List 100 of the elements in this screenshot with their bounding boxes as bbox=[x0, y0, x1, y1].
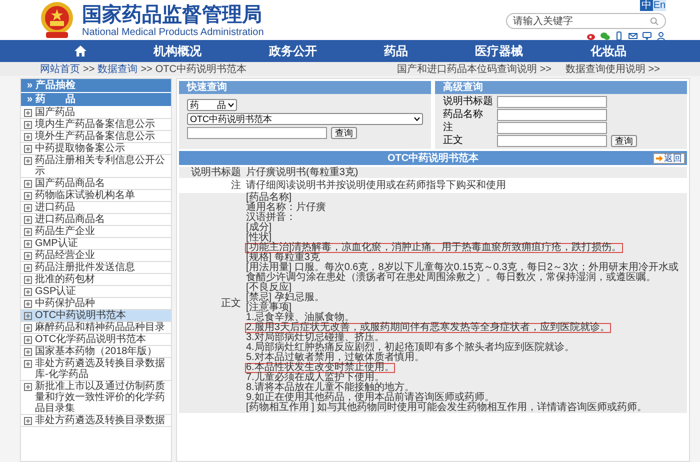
language-toggle[interactable]: 中 bbox=[640, 0, 653, 11]
category-select[interactable]: 药 品 bbox=[187, 99, 237, 111]
highlighted-text: 2.服用3天后症状无改善，或服药期间伴有恶寒发热等全身症状者，应到医院就诊。 bbox=[245, 323, 611, 333]
sidebar-item[interactable]: OTC中药说明书范本 bbox=[21, 310, 171, 322]
sidebar-item[interactable]: 中药保护品种 bbox=[21, 298, 171, 310]
mail-icon[interactable] bbox=[628, 31, 638, 41]
eye-logo-icon[interactable] bbox=[586, 31, 596, 41]
sidebar-item[interactable]: 国产药品 bbox=[21, 107, 171, 119]
database-select[interactable]: OTC中药说明书范本 bbox=[187, 113, 423, 125]
caret-icon bbox=[414, 117, 420, 121]
nav-link[interactable]: 药品 bbox=[384, 42, 408, 60]
plus-box-icon bbox=[24, 312, 32, 320]
nav-link[interactable]: 机构概况 bbox=[154, 42, 202, 60]
sidebar-item[interactable]: 非处方药遴选及转换目录数据库-化学药品 bbox=[21, 358, 171, 381]
sidebar-item[interactable]: 药品注册批件发送信息 bbox=[21, 262, 171, 274]
plus-box-icon bbox=[24, 324, 32, 332]
query-button[interactable]: 查询 bbox=[611, 135, 637, 147]
nav-link[interactable]: 医疗器械 bbox=[475, 42, 524, 60]
row-label: 说明书标题 bbox=[190, 167, 241, 178]
nav-link[interactable]: 化妆品 bbox=[590, 42, 626, 60]
nav-link[interactable]: 政务公开 bbox=[268, 42, 317, 60]
body-text: [性状] bbox=[245, 233, 272, 243]
sidebar-item[interactable]: 药物临床试验机构名单 bbox=[21, 190, 171, 202]
phone-icon[interactable] bbox=[614, 31, 624, 41]
sidebar-item[interactable]: 国产药品商品名 bbox=[21, 178, 171, 190]
sidebar-item[interactable]: 麻醉药品和精神药品品种目录 bbox=[21, 322, 171, 334]
body-text: 汉语拼音： bbox=[245, 213, 297, 223]
body-text: [成分] bbox=[245, 223, 273, 233]
sidebar-item[interactable]: 非处方药遴选及转换目录数据 bbox=[21, 415, 171, 427]
site-title: 国家药品监督管理局 bbox=[82, 2, 263, 26]
emblem-logo bbox=[40, 1, 74, 39]
body-text: 9.如正在使用其他药品，使用本品前请咨询医师或药师。 bbox=[245, 393, 494, 403]
sidebar-item[interactable]: GSP认证 bbox=[21, 286, 171, 298]
user-icon[interactable] bbox=[656, 31, 666, 41]
plus-box-icon bbox=[24, 121, 32, 129]
sidebar-item[interactable]: 药品经营企业 bbox=[21, 250, 171, 262]
message-icon[interactable] bbox=[642, 31, 652, 41]
sidebar-item[interactable]: 进口药品 bbox=[21, 202, 171, 214]
plus-box-icon bbox=[24, 240, 32, 248]
sidebar-item[interactable]: 中药提取物备案公示 bbox=[21, 143, 171, 155]
body-text: 7.儿童必须在成人监护下使用。 bbox=[245, 373, 384, 383]
body-text: 8.请将本品放在儿童不能接触的地方。 bbox=[245, 383, 414, 393]
body-text: 3.对局部病灶切忌碰撞、挤压。 bbox=[245, 333, 384, 343]
plus-box-icon bbox=[24, 336, 32, 344]
sidebar-item[interactable]: 进口药品商品名 bbox=[21, 214, 171, 226]
plus-box-icon bbox=[24, 133, 32, 141]
help-link[interactable]: 数据查询使用说明 >> bbox=[566, 62, 660, 76]
sidebar-item[interactable]: 药品生产企业 bbox=[21, 226, 171, 238]
sidebar-heading[interactable]: » 产品抽检 bbox=[21, 79, 171, 93]
site-subtitle: National Medical Products Administration bbox=[82, 26, 265, 38]
input-field[interactable] bbox=[497, 122, 607, 134]
sidebar-heading[interactable]: » 药 品 bbox=[21, 93, 171, 107]
field-label: 药品名称 bbox=[443, 109, 484, 121]
body-text: 片仔癀说明书(每粒重3克) bbox=[245, 168, 360, 178]
sidebar-item[interactable]: OTC化学药品说明书范本 bbox=[21, 334, 171, 346]
input-field[interactable] bbox=[497, 135, 607, 147]
keyword-input[interactable] bbox=[187, 127, 327, 139]
plus-box-icon bbox=[24, 228, 32, 236]
input-field[interactable] bbox=[497, 96, 607, 108]
back-button[interactable]: 返回 bbox=[653, 152, 685, 164]
chat-bubbles-icon[interactable] bbox=[600, 31, 610, 41]
body-text: [用法用量] 口服。每次0.6克，8岁以下儿童每次0.15克～0.3克，每日2～3次；外用研末用冷开水或食醋少许调匀涂在患处（溃疡者可在患处周围涂敷之）。每日数次，常保持湿润，或遵医嘱。 bbox=[245, 263, 680, 283]
body-text: [药物相互作用 ] 如与其他药物同时使用可能会发生药物相互作用，详情请咨询医师或药师。 bbox=[245, 403, 648, 413]
home-icon[interactable] bbox=[74, 45, 87, 57]
arrow-icon bbox=[656, 154, 663, 162]
breadcrumb-link[interactable]: 数据查询 bbox=[98, 62, 138, 76]
body-text: [注意事项] bbox=[245, 303, 292, 313]
body-text: [禁忌] 孕妇忌服。 bbox=[245, 293, 326, 303]
breadcrumb-link[interactable]: 网站首页 bbox=[40, 62, 80, 76]
sidebar-item[interactable]: GMP认证 bbox=[21, 238, 171, 250]
sidebar-item[interactable]: 国家基本药物（2018年版） bbox=[21, 346, 171, 358]
input-field[interactable] bbox=[497, 109, 607, 121]
result-title: OTC中药说明书范本 bbox=[387, 152, 479, 165]
plus-box-icon bbox=[24, 145, 32, 153]
plus-box-icon bbox=[24, 252, 32, 260]
body-text: [规格] 每粒重3克 bbox=[245, 253, 321, 263]
sidebar-item[interactable]: 药品注册相关专利信息公开公示 bbox=[21, 155, 171, 178]
field-label: 说明书标题 bbox=[443, 96, 493, 108]
sidebar-item[interactable]: 境外生产药品备案信息公示 bbox=[21, 131, 171, 143]
plus-box-icon bbox=[24, 192, 32, 200]
plus-box-icon bbox=[24, 216, 32, 224]
breadcrumb-separator: >> bbox=[83, 64, 95, 74]
sidebar-item[interactable]: 境内生产药品备案信息公示 bbox=[21, 119, 171, 131]
body-text: 请仔细阅读说明书并按说明使用或在药师指导下购买和使用 bbox=[245, 180, 507, 190]
language-toggle[interactable]: En bbox=[653, 0, 666, 11]
body-text: 1.忌食辛辣、油腻食物。 bbox=[245, 313, 356, 323]
breadcrumb-separator: >> bbox=[140, 64, 152, 74]
field-label: 注 bbox=[443, 122, 454, 134]
sidebar-item[interactable]: 批准的药包材 bbox=[21, 274, 171, 286]
plus-box-icon bbox=[24, 348, 32, 356]
field-label: 正文 bbox=[443, 135, 464, 147]
plus-box-icon bbox=[24, 288, 32, 296]
body-text: 通用名称：片仔癀 bbox=[245, 203, 327, 213]
row-label: 注 bbox=[230, 180, 241, 191]
sidebar-item[interactable]: 新批准上市以及通过仿制药质量和疗效一致性评价的化学药品目录集 bbox=[21, 381, 171, 415]
search-icon bbox=[650, 16, 659, 26]
help-link[interactable]: 国产和进口药品本位码查询说明 >> bbox=[397, 62, 552, 76]
caret-icon bbox=[228, 103, 234, 107]
plus-box-icon bbox=[24, 417, 32, 425]
query-button[interactable]: 查询 bbox=[331, 127, 357, 139]
